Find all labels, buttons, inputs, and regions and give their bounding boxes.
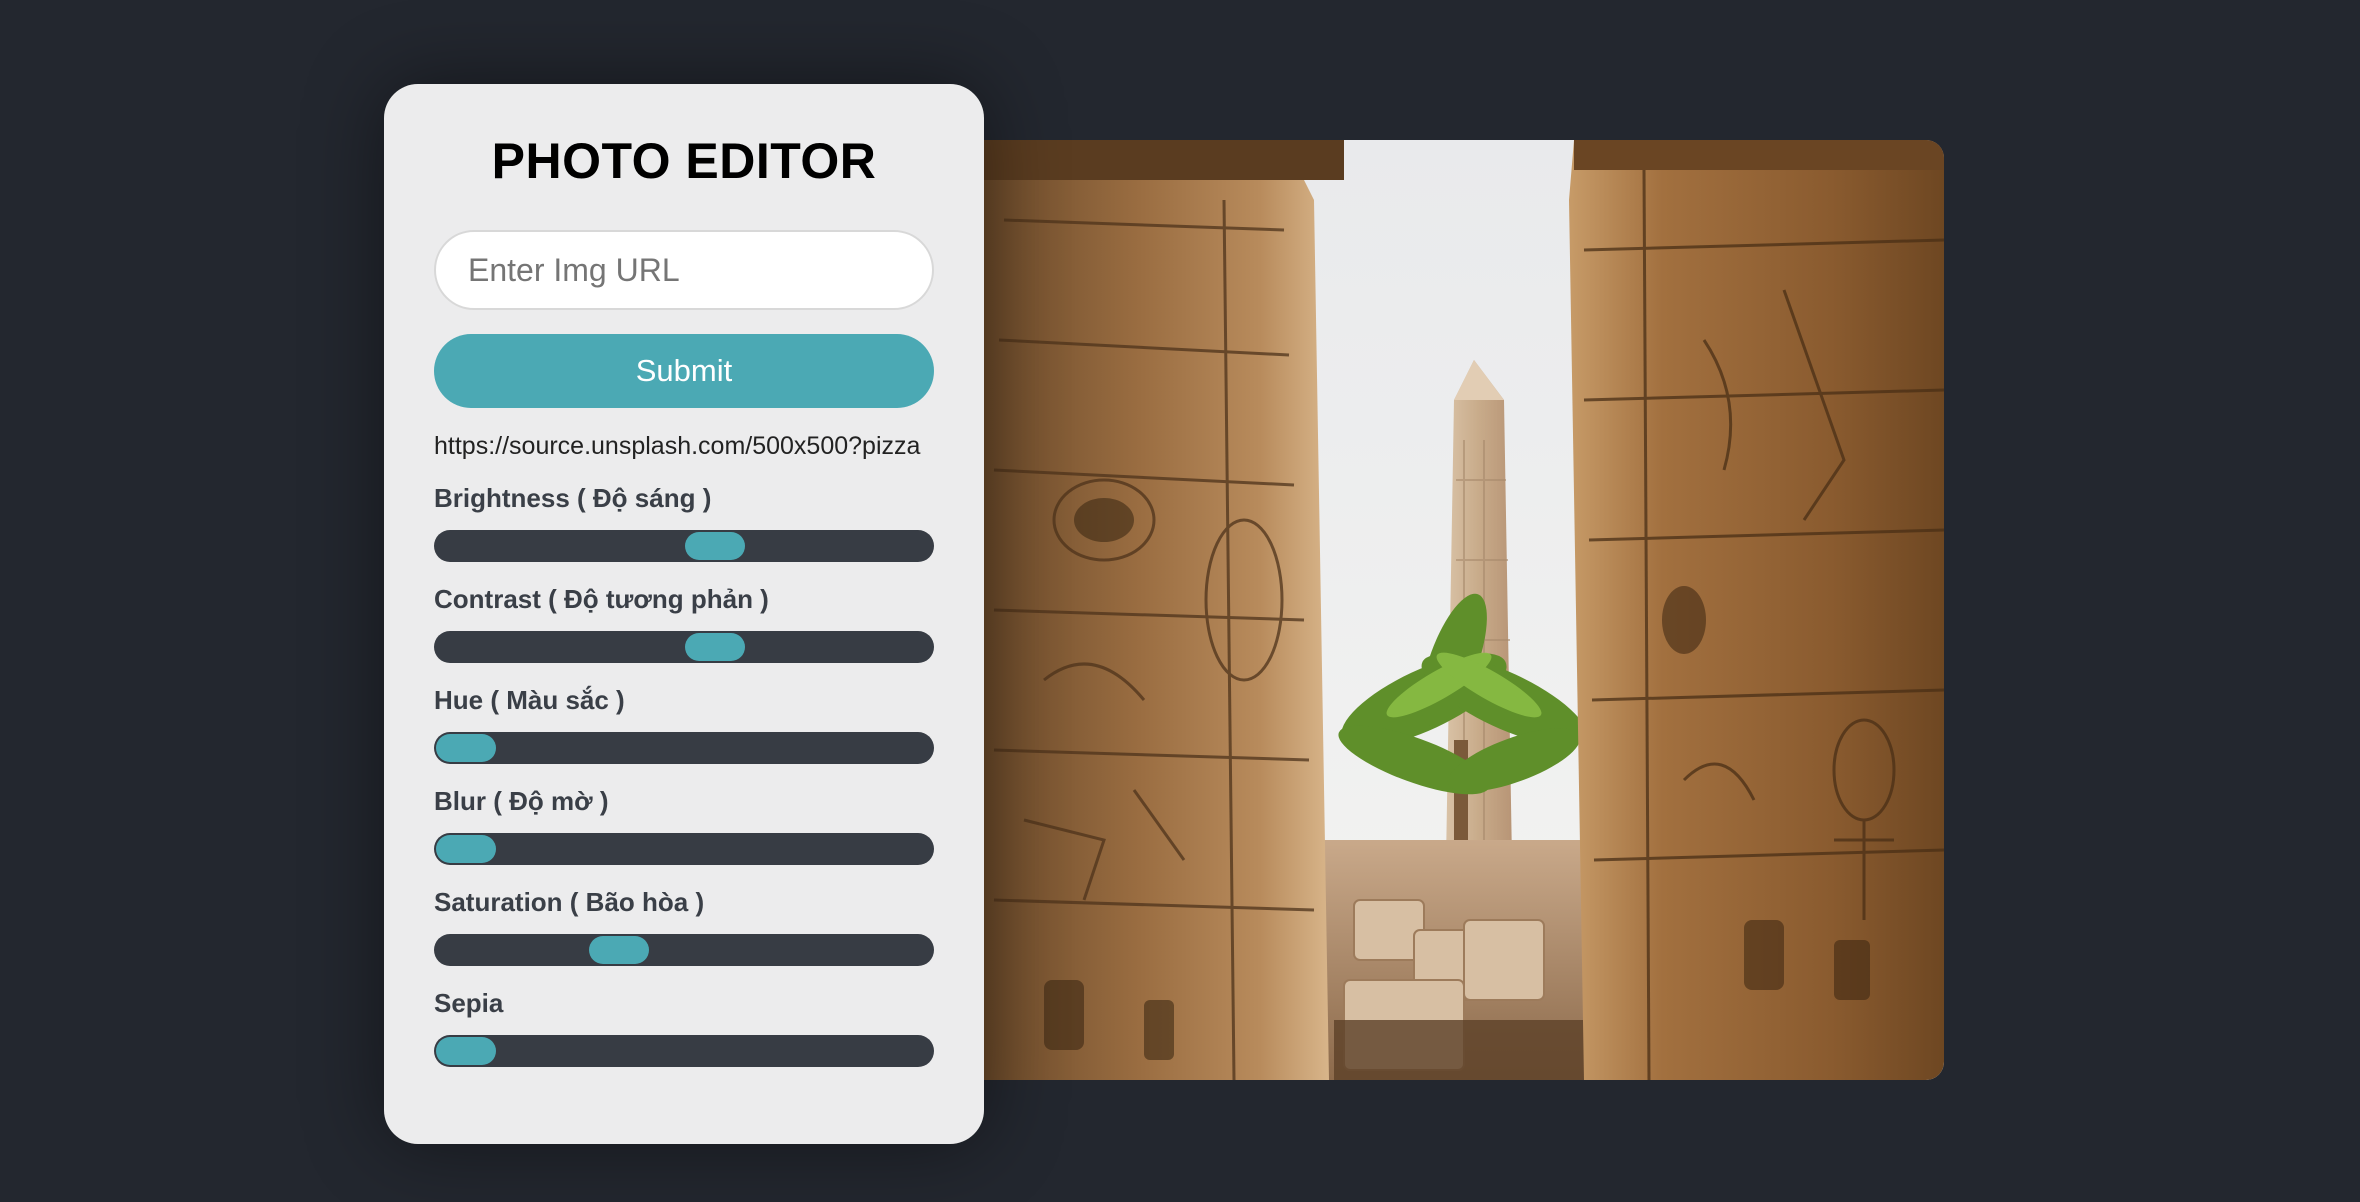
page-title: PHOTO EDITOR	[491, 133, 877, 189]
saturation-control: Saturation ( Bão hòa )	[434, 886, 934, 966]
saturation-slider-thumb[interactable]	[588, 936, 649, 964]
editor-panel: PHOTO EDITOR Submit https://source.unspl…	[384, 84, 984, 1144]
hue-slider-thumb[interactable]	[436, 734, 496, 762]
brightness-control: Brightness ( Độ sáng )	[434, 482, 934, 562]
hue-control: Hue ( Màu sắc )	[434, 684, 934, 764]
image-url-input[interactable]	[434, 230, 934, 310]
saturation-label: Saturation ( Bão hòa )	[434, 887, 705, 917]
contrast-control: Contrast ( Độ tương phản )	[434, 583, 934, 663]
hue-slider[interactable]	[434, 732, 934, 764]
contrast-slider[interactable]	[434, 631, 934, 663]
sepia-slider[interactable]	[434, 1035, 934, 1067]
contrast-slider-thumb[interactable]	[684, 633, 745, 661]
sepia-label: Sepia	[434, 988, 504, 1018]
saturation-slider[interactable]	[434, 934, 934, 966]
blur-control: Blur ( Độ mờ )	[434, 785, 934, 865]
current-image-url: https://source.unsplash.com/500x500?pizz…	[434, 432, 921, 460]
sepia-control: Sepia	[434, 987, 934, 1067]
preview-image	[984, 140, 1944, 1080]
submit-button[interactable]: Submit	[434, 334, 934, 408]
brightness-slider-thumb[interactable]	[684, 532, 745, 560]
hue-label: Hue ( Màu sắc )	[434, 685, 625, 715]
blur-label: Blur ( Độ mờ )	[434, 786, 609, 816]
blur-slider[interactable]	[434, 833, 934, 865]
sepia-slider-thumb[interactable]	[436, 1037, 496, 1065]
brightness-slider[interactable]	[434, 530, 934, 562]
contrast-label: Contrast ( Độ tương phản )	[434, 584, 769, 614]
photo-editor-app: PHOTO EDITOR Submit https://source.unspl…	[0, 0, 2360, 1202]
blur-slider-thumb[interactable]	[436, 835, 496, 863]
brightness-label: Brightness ( Độ sáng )	[434, 483, 712, 513]
